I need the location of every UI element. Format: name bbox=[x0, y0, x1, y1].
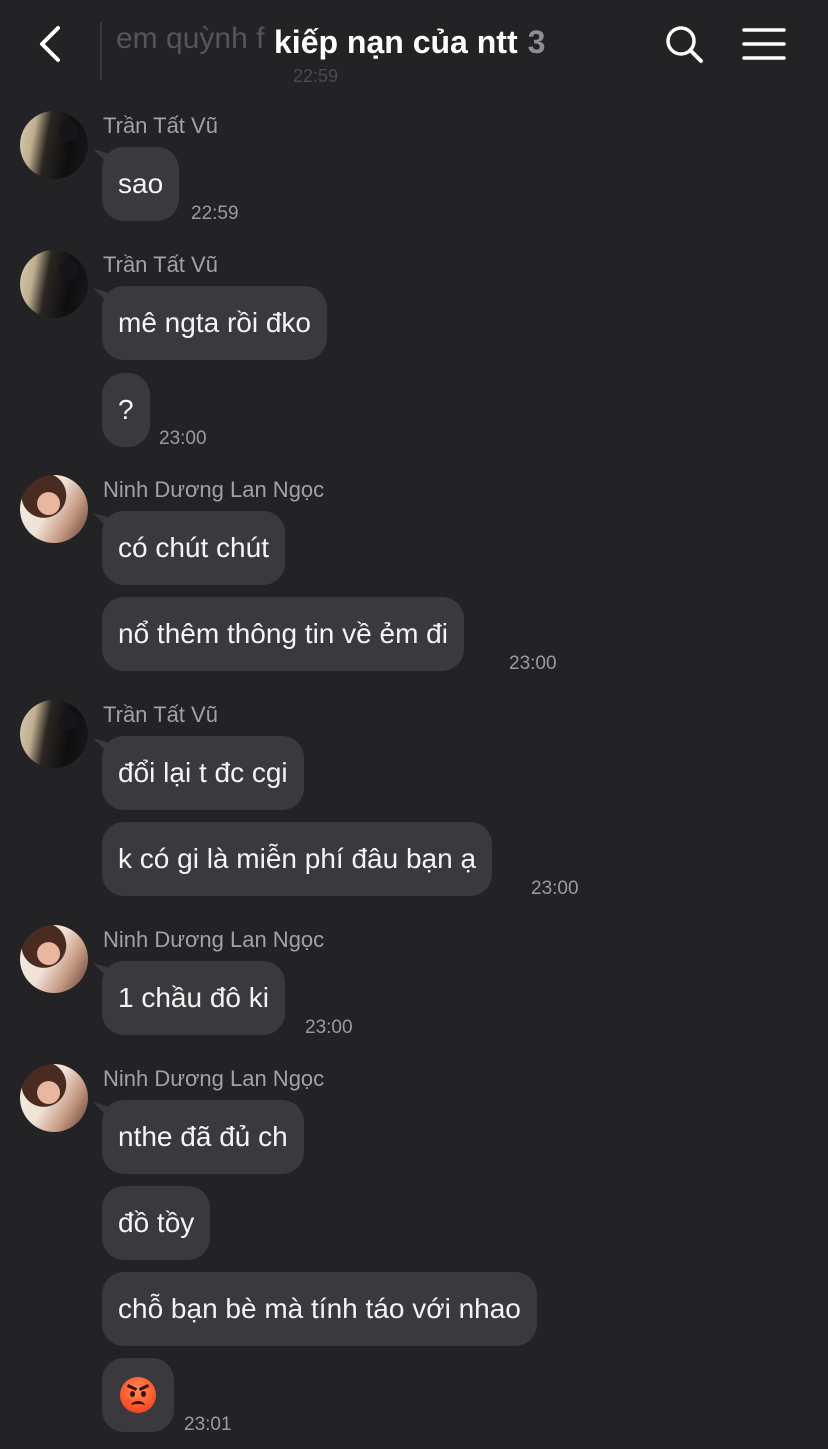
angry-face-emoji-icon bbox=[120, 1376, 156, 1413]
message-time: 23:00 bbox=[159, 428, 207, 449]
pinned-message-preview[interactable]: em quỳnh f bbox=[100, 22, 276, 80]
message-time: 23:00 bbox=[509, 653, 557, 674]
chat-header: em quỳnh f 22:59 kiếp nạn của ntt 3 bbox=[0, 0, 828, 90]
sender-name: Ninh Dương Lan Ngọc bbox=[103, 1066, 325, 1091]
message-bubble[interactable]: k có gi là miễn phí đâu bạn ạ bbox=[102, 822, 493, 896]
back-button[interactable] bbox=[30, 22, 74, 66]
message-bubble[interactable]: 1 chầu đô ki bbox=[102, 961, 285, 1035]
message-time: 22:59 bbox=[191, 203, 239, 224]
message-time: 23:00 bbox=[305, 1017, 353, 1038]
chat-title[interactable]: kiếp nạn của ntt 3 bbox=[274, 24, 545, 61]
chat-screen: em quỳnh f 22:59 kiếp nạn của ntt 3 Trần… bbox=[0, 0, 828, 1449]
menu-button[interactable] bbox=[740, 24, 788, 64]
message-time: 23:01 bbox=[184, 1414, 232, 1435]
message-bubble[interactable]: đồ tồy bbox=[102, 1186, 211, 1260]
message-bubble[interactable]: mê ngta rồi đko bbox=[102, 286, 327, 360]
message-bubble[interactable]: nthe đã đủ ch bbox=[102, 1100, 304, 1174]
message-bubble[interactable]: có chút chút bbox=[102, 511, 285, 585]
search-button[interactable] bbox=[662, 22, 706, 66]
pinned-message-text: em quỳnh f bbox=[116, 22, 265, 55]
sender-name: Ninh Dương Lan Ngọc bbox=[103, 477, 325, 502]
member-count: 3 bbox=[527, 24, 546, 60]
message-bubble[interactable]: chỗ bạn bè mà tính táo với nhao bbox=[102, 1272, 537, 1346]
chevron-left-icon bbox=[40, 26, 60, 62]
message-bubble[interactable]: nổ thêm thông tin về ẻm đi bbox=[102, 597, 464, 671]
avatar[interactable] bbox=[20, 111, 88, 179]
avatar[interactable] bbox=[20, 700, 88, 768]
avatar[interactable] bbox=[20, 475, 88, 543]
sender-name: Ninh Dương Lan Ngọc bbox=[103, 927, 325, 952]
hamburger-menu-icon bbox=[742, 28, 786, 60]
search-icon bbox=[666, 26, 703, 63]
sender-name: Trần Tất Vũ bbox=[103, 113, 218, 138]
avatar[interactable] bbox=[20, 250, 88, 318]
message-bubble[interactable]: sao bbox=[102, 147, 180, 221]
avatar[interactable] bbox=[20, 925, 88, 993]
message-bubble[interactable]: đổi lại t đc cgi bbox=[102, 736, 304, 810]
group-name: kiếp nạn của ntt bbox=[274, 24, 518, 60]
emoji-message-bubble[interactable] bbox=[102, 1358, 174, 1432]
pinned-message-time: 22:59 bbox=[293, 66, 339, 86]
avatar[interactable] bbox=[20, 1064, 88, 1132]
sender-name: Trần Tất Vũ bbox=[103, 702, 218, 727]
message-time: 23:00 bbox=[531, 878, 579, 899]
sender-name: Trần Tất Vũ bbox=[103, 252, 218, 277]
message-bubble[interactable]: ? bbox=[102, 373, 150, 447]
